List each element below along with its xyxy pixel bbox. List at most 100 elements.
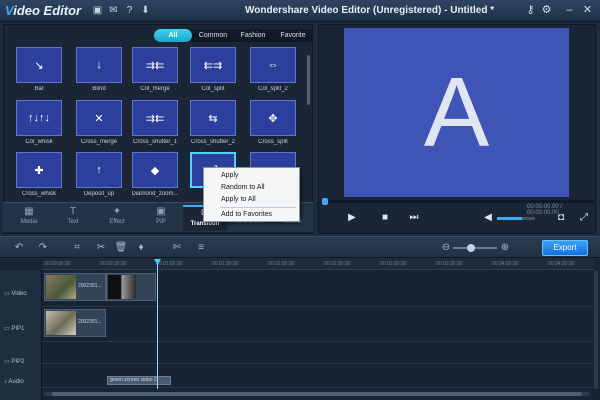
timeline-horizontal-scrollbar[interactable] <box>44 392 590 396</box>
zoom-out-icon[interactable]: ⊖ <box>439 241 453 255</box>
menu-item-apply-to-all[interactable]: Apply to All <box>204 194 299 206</box>
context-menu: Apply Random to All Apply to All Add to … <box>203 167 300 222</box>
close-icon[interactable]: ✕ <box>581 4 594 17</box>
zoom-in-icon[interactable]: ⊕ <box>498 241 512 255</box>
preview-progress-knob[interactable] <box>322 198 328 205</box>
transition-tile[interactable]: ✚ <box>16 152 62 188</box>
transition-tile[interactable]: ◆ <box>132 152 178 188</box>
tab-common[interactable]: Common <box>194 29 232 42</box>
cut-icon[interactable]: ✂ <box>94 241 108 255</box>
ruler-tick-label: 00:00:00:00 <box>44 261 71 267</box>
crop-icon[interactable]: ⌗ <box>70 241 84 255</box>
tab-all[interactable]: All <box>154 29 192 42</box>
download-icon[interactable]: ⬇ <box>140 5 151 16</box>
ruler-tick-label: 00:01:30:00 <box>212 261 239 267</box>
pip1-clip[interactable]: 2002391... <box>44 309 106 337</box>
delete-icon[interactable]: 🗑 <box>114 241 128 255</box>
category-pip[interactable]: ▣ PIP <box>139 205 183 231</box>
zoom-knob[interactable] <box>467 244 475 252</box>
tab-favorite[interactable]: Favorite <box>274 29 312 42</box>
transition-preview-icon: ✕ <box>94 112 104 125</box>
category-effect[interactable]: ✦ Effect <box>95 205 139 231</box>
library-scrollbar[interactable] <box>307 55 310 105</box>
transition-tile[interactable]: ✥ <box>250 100 296 136</box>
window-title: Wondershare Video Editor (Unregistered) … <box>245 5 495 16</box>
transition-preview-icon: ↘ <box>34 59 44 72</box>
undo-icon[interactable]: ↶ <box>12 241 26 255</box>
save-icon[interactable]: ▣ <box>92 5 103 16</box>
playhead[interactable] <box>157 259 158 389</box>
app-logo-letter: V <box>5 3 14 18</box>
clip-thumbnail <box>46 311 76 335</box>
category-media[interactable]: ▦ Media <box>7 205 51 231</box>
zoom-slider[interactable] <box>453 244 497 252</box>
video-clip-2[interactable] <box>106 273 156 301</box>
volume-slider[interactable] <box>497 217 535 220</box>
transition-label: Deposit_up <box>83 191 115 197</box>
minimize-icon[interactable]: – <box>563 4 576 17</box>
export-button[interactable]: Export <box>542 240 588 256</box>
menu-item-random-to-all[interactable]: Random to All <box>204 182 299 194</box>
pip1-track[interactable] <box>42 307 594 342</box>
preview-letter: A <box>423 57 490 167</box>
transition-tile[interactable]: ⇉⇇ <box>132 100 178 136</box>
preview-progress-bar[interactable] <box>322 198 594 205</box>
track-label-pip1: ▭ PIP1 <box>4 326 25 332</box>
key-icon[interactable]: ⚷ <box>524 4 537 17</box>
timeline: 00:00:00:00 00:00:30:00 00:01:00:00 00:01:3… <box>0 259 600 400</box>
menu-item-add-to-favorites[interactable]: Add to Favorites <box>204 209 299 221</box>
transition-preview-icon: ↑↓↑↓ <box>28 112 50 124</box>
snapshot-icon[interactable]: ◘ <box>554 211 568 225</box>
timeline-toolbar: ↶ ↷ ⌗ ✂ 🗑 ♦ ✄ ≡ ⊖ ⊕ Export <box>0 236 600 258</box>
timeline-vertical-scrollbar[interactable] <box>594 271 598 389</box>
preview-panel: A 00:00:00.00 / 00:00:00.00 ▶ ■ ⏭ ◀ ◘ ⤢ <box>318 24 596 234</box>
feedback-icon[interactable]: ✉ <box>108 5 119 16</box>
text-clip[interactable]: green screen video 2 <box>107 376 171 385</box>
transition-preview-icon: ⇔ <box>267 59 279 71</box>
pip2-track[interactable] <box>42 342 594 364</box>
menu-item-apply[interactable]: Apply <box>204 170 299 182</box>
next-frame-icon[interactable]: ⏭ <box>407 211 421 225</box>
transition-preview-icon: ⇉⇇ <box>145 112 165 125</box>
app-logo: Video Editor <box>5 3 81 18</box>
microphone-icon[interactable]: ♦ <box>134 241 148 255</box>
transition-tile[interactable]: ↘ <box>16 47 62 83</box>
category-label: Text <box>67 219 79 225</box>
transition-label: Col_whisk <box>25 139 53 145</box>
transition-tile[interactable]: ↓ <box>76 47 122 83</box>
play-icon[interactable]: ▶ <box>345 211 359 225</box>
transition-tile[interactable]: ↑↓↑↓ <box>16 100 62 136</box>
app-logo-text: ideo Editor <box>13 3 82 18</box>
title-bar: Video Editor ▣ ✉ ? ⬇ Wondershare Video E… <box>0 0 600 22</box>
transition-tile[interactable]: ⇆ <box>190 100 236 136</box>
magic-wand-icon: ✦ <box>112 206 122 217</box>
transition-preview-icon: ↓ <box>96 59 102 71</box>
speed-icon[interactable]: ≡ <box>194 241 208 255</box>
clip-thumbnail <box>108 275 136 299</box>
transition-tile[interactable]: ⇇⇉ <box>190 47 236 83</box>
transition-preview-icon: ↑ <box>96 164 102 176</box>
redo-icon[interactable]: ↷ <box>36 241 50 255</box>
timeline-ruler[interactable]: 00:00:00:00 00:00:30:00 00:01:00:00 00:01:3… <box>42 259 594 270</box>
help-icon[interactable]: ? <box>124 5 135 16</box>
settings-icon[interactable]: ⚙ <box>540 4 553 17</box>
transition-tile[interactable]: ⇔ <box>250 47 296 83</box>
transition-tile[interactable]: ↑ <box>76 152 122 188</box>
transition-tile[interactable]: ✕ <box>76 100 122 136</box>
transition-label: Cross_merge <box>80 139 117 145</box>
tab-fashion[interactable]: Fashion <box>234 29 272 42</box>
text-icon: T <box>69 206 77 217</box>
fullscreen-icon[interactable]: ⤢ <box>577 211 591 225</box>
volume-icon[interactable]: ◀ <box>481 211 495 225</box>
transition-preview-icon: ⇇⇉ <box>203 59 223 72</box>
transition-label: Cross_shutter_1 <box>132 139 178 145</box>
category-text[interactable]: T Text <box>51 205 95 231</box>
filter-tabs: All Common Fashion Favorite <box>154 29 314 42</box>
timeline-scroll-thumb[interactable] <box>52 392 582 396</box>
track-headers: ▭ Video ▭ PIP1 ▭ PIP2 ♪ Audio <box>0 270 42 400</box>
stop-icon[interactable]: ■ <box>378 211 392 225</box>
transition-tile[interactable]: ⇉⇇ <box>132 47 178 83</box>
scissors-icon[interactable]: ✄ <box>170 241 184 255</box>
transition-label: Col_merge <box>140 86 170 92</box>
video-clip-1[interactable]: 2002391... <box>44 273 106 301</box>
